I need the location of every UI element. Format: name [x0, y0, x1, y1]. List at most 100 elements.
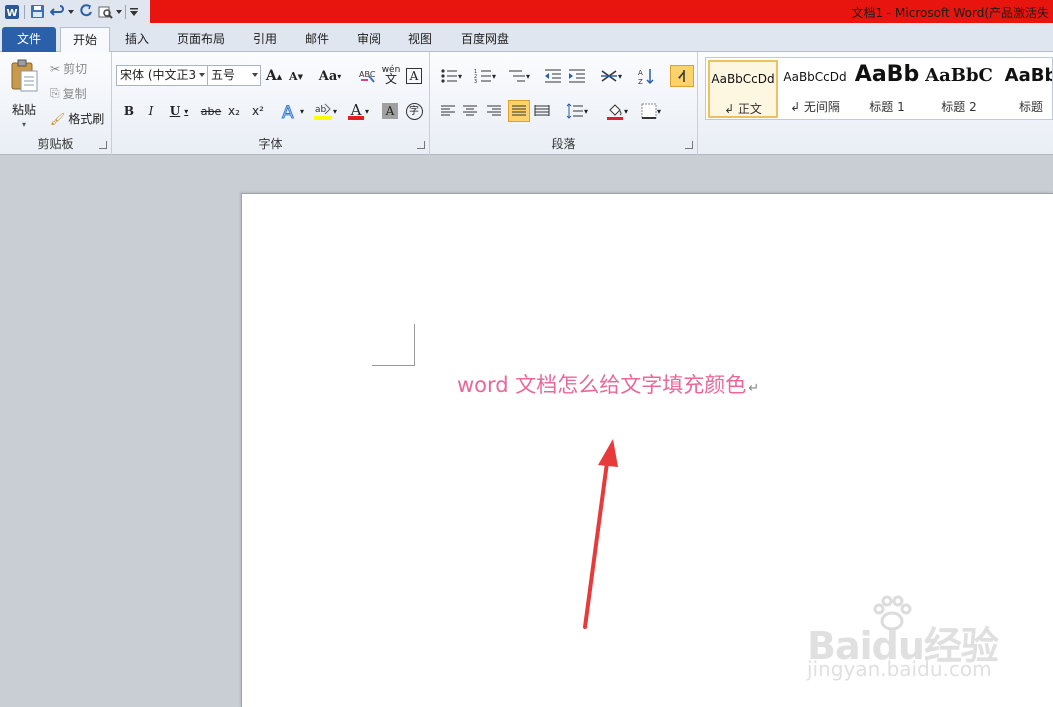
bold-button[interactable]: B [120, 101, 138, 121]
justify-icon[interactable] [508, 100, 530, 122]
phonetic-guide-button[interactable]: wén 文 [380, 64, 402, 86]
undo-dropdown-icon[interactable] [67, 2, 75, 22]
tab-page-layout[interactable]: 页面布局 [170, 27, 232, 52]
grow-font-button[interactable]: A ▲ [264, 66, 284, 86]
numbering-button[interactable]: 1 2 3 ▾ [470, 66, 500, 86]
style-heading-1[interactable]: AaBb 标题 1 [852, 60, 922, 118]
multilevel-list-button[interactable]: ▾ [504, 66, 534, 86]
subscript-button[interactable]: x₂ [224, 101, 244, 121]
cut-button[interactable]: ✂ 剪切 [50, 60, 87, 77]
style-heading-2[interactable]: AaBbC 标题 2 [924, 60, 994, 118]
paste-icon [11, 59, 38, 92]
distributed-icon[interactable] [532, 101, 552, 121]
print-preview-icon[interactable] [95, 2, 115, 22]
char-shading-button[interactable]: A [380, 101, 400, 121]
tab-home[interactable]: 开始 [60, 27, 110, 53]
paragraph-launcher-icon[interactable] [685, 141, 693, 149]
tab-view[interactable]: 视图 [399, 27, 441, 52]
change-case-button[interactable]: Aa ▾ [316, 66, 344, 86]
superscript-button[interactable]: x² [248, 101, 268, 121]
brush-icon: 🖌 [50, 111, 66, 126]
italic-button[interactable]: I [142, 101, 160, 121]
tab-references[interactable]: 引用 [244, 27, 286, 52]
font-group: 宋体 (中文正3 五号 A ▲ A ▼ Aa ▾ ABC wén 文 A B I U ▾ … [112, 52, 430, 155]
tab-insert[interactable]: 插入 [116, 27, 158, 52]
shrink-font-button[interactable]: A ▼ [286, 66, 306, 86]
paste-button[interactable]: 粘贴 ▾ [6, 56, 42, 132]
paste-dropdown-icon: ▾ [21, 120, 26, 129]
tab-baidu-netdisk[interactable]: 百度网盘 [452, 27, 518, 52]
style-title[interactable]: AaBb 标题 [996, 60, 1052, 118]
chinese-layout-button[interactable]: ▾ [596, 66, 626, 86]
multilevel-list-icon [508, 70, 525, 82]
font-launcher-icon[interactable] [417, 141, 425, 149]
paragraph-mark: ↵ [748, 381, 760, 396]
line-spacing-button[interactable]: ▾ [562, 100, 592, 122]
customize-qat-icon[interactable] [128, 2, 140, 22]
qat-dropdown-icon[interactable] [115, 2, 123, 22]
paste-label: 粘贴 [11, 103, 36, 117]
ribbon-tab-bar: 文件 开始 插入 页面布局 引用 邮件 审阅 视图 百度网盘 [0, 23, 1053, 53]
chinese-layout-icon [600, 70, 617, 82]
border-icon [641, 103, 657, 119]
annotation-arrow [583, 439, 618, 629]
show-marks-button[interactable] [670, 65, 694, 87]
paragraph-mark-icon [678, 70, 685, 82]
strikethrough-button[interactable]: abe [200, 101, 222, 121]
svg-text:W: W [6, 8, 17, 19]
tab-mailings[interactable]: 邮件 [296, 27, 338, 52]
clipboard-group: 粘贴 ▾ ✂ 剪切 ⎘ 复制 🖌 格式刷 剪贴板 [0, 52, 112, 155]
bullets-button[interactable]: ▾ [436, 66, 466, 86]
document-text[interactable]: word 文档怎么给文字填充颜色 ↵ [457, 369, 759, 399]
font-name-combo[interactable]: 宋体 (中文正3 [116, 65, 208, 86]
font-color-button[interactable]: A ▾ [344, 100, 372, 122]
svg-text:ab: ab [315, 105, 327, 115]
scissors-icon: ✂ [50, 61, 61, 76]
paint-bucket-icon [606, 104, 623, 120]
char-border-icon[interactable]: A [404, 66, 424, 86]
baidu-watermark: Baidu经验 jingyan.baidu.com [807, 595, 1007, 695]
watermark-url: jingyan.baidu.com [807, 657, 992, 681]
tab-file[interactable]: 文件 [2, 27, 56, 52]
style-no-spacing[interactable]: AaBbCcDd ↲ 无间隔 [780, 60, 850, 118]
copy-button[interactable]: ⎘ 复制 [50, 85, 87, 102]
save-icon[interactable] [27, 2, 47, 22]
tab-review[interactable]: 审阅 [348, 27, 390, 52]
copy-icon: ⎘ [50, 86, 60, 100]
decrease-indent-icon[interactable] [542, 66, 564, 86]
svg-text:A: A [282, 103, 294, 120]
text-effects-icon: A [281, 103, 294, 121]
styles-gallery: AaBbCcDd ↲ 正文 AaBbCcDd ↲ 无间隔 AaBb 标题 1 A… [705, 57, 1053, 120]
enclose-chars-button[interactable]: 字 [404, 101, 424, 121]
paragraph-group: ▾ 1 2 3 ▾ ▾ ▾ AZ ▾ ▾ ▾ 段落 [430, 52, 698, 155]
increase-indent-icon[interactable] [566, 66, 588, 86]
ribbon: 粘贴 ▾ ✂ 剪切 ⎘ 复制 🖌 格式刷 剪贴板 宋体 (中文正3 五号 A ▲ A ▼ … [0, 52, 1053, 155]
align-center-icon[interactable] [460, 101, 480, 121]
format-painter-button[interactable]: 🖌 格式刷 [50, 110, 104, 127]
text-effects-button[interactable]: A ▾ [278, 100, 306, 122]
line-spacing-icon [566, 103, 583, 119]
align-left-icon[interactable] [438, 101, 458, 121]
quick-access-toolbar: W [0, 0, 140, 23]
highlighter-icon: ab [313, 103, 332, 120]
font-size-combo[interactable]: 五号 [207, 65, 261, 86]
font-group-label: 字体 [258, 137, 283, 151]
crop-mark-horizontal [372, 365, 415, 366]
svg-text:A: A [638, 69, 643, 77]
clipboard-group-label: 剪贴板 [37, 137, 74, 151]
window-title: 文档1 - Microsoft Word(产品激活失 [851, 6, 1049, 20]
highlight-button[interactable]: ab ▾ [310, 100, 340, 122]
borders-button[interactable]: ▾ [636, 100, 666, 122]
undo-icon[interactable] [47, 2, 67, 22]
clear-format-icon[interactable]: ABC [356, 66, 378, 86]
word-app-icon[interactable]: W [2, 2, 22, 22]
style-normal[interactable]: AaBbCcDd ↲ 正文 [708, 60, 778, 118]
paragraph-group-label: 段落 [551, 137, 576, 151]
clipboard-launcher-icon[interactable] [99, 141, 107, 149]
crop-mark-vertical [414, 324, 415, 366]
sort-icon[interactable]: AZ [636, 66, 658, 86]
shading-button[interactable]: ▾ [602, 100, 632, 122]
underline-button[interactable]: U ▾ [166, 101, 192, 121]
align-right-icon[interactable] [484, 101, 504, 121]
redo-icon[interactable] [75, 2, 95, 22]
